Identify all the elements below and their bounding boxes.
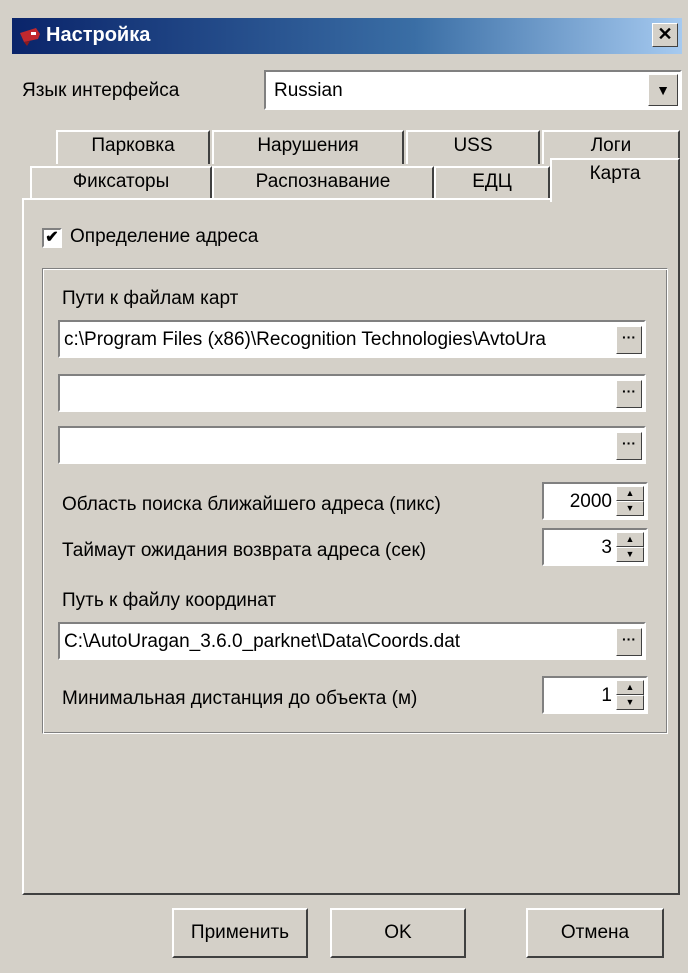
- browse-button-3[interactable]: ···: [616, 432, 642, 460]
- tab-map[interactable]: Карта: [550, 158, 680, 202]
- tab-recognition[interactable]: Распознавание: [212, 166, 434, 200]
- spin-up-button[interactable]: ▲: [616, 532, 644, 547]
- coords-file-field[interactable]: C:\AutoUragan_3.6.0_parknet\Data\Coords.…: [58, 622, 646, 660]
- search-area-spinner[interactable]: 2000 ▲ ▼: [542, 482, 648, 520]
- arrow-down-icon: ▼: [625, 549, 635, 559]
- address-detection-label[interactable]: Определение адреса: [70, 226, 258, 248]
- tab-label: Фиксаторы: [72, 171, 170, 192]
- close-button[interactable]: ✕: [652, 23, 678, 47]
- tab-label: ЕДЦ: [472, 171, 512, 192]
- spin-up-button[interactable]: ▲: [616, 680, 644, 695]
- tab-label: Карта: [589, 163, 641, 184]
- map-path-field-3[interactable]: [58, 426, 646, 464]
- coords-file-value: C:\AutoUragan_3.6.0_parknet\Data\Coords.…: [64, 631, 461, 652]
- min-distance-value: 1: [601, 685, 612, 706]
- coords-file-label: Путь к файлу координат: [62, 590, 277, 611]
- spin-down-button[interactable]: ▼: [616, 501, 644, 516]
- min-distance-spinner[interactable]: 1 ▲ ▼: [542, 676, 648, 714]
- timeout-value: 3: [601, 537, 612, 558]
- min-distance-label: Минимальная дистанция до объекта (м): [62, 688, 418, 709]
- close-icon: ✕: [657, 24, 673, 44]
- tab-label: Логи: [590, 135, 632, 156]
- app-icon: [20, 28, 40, 46]
- ellipsis-icon: ···: [622, 329, 636, 345]
- checkmark-icon: ✔: [45, 229, 59, 246]
- ok-button[interactable]: OK: [330, 908, 466, 958]
- spin-up-button[interactable]: ▲: [616, 486, 644, 501]
- map-path-value: c:\Program Files (x86)\Recognition Techn…: [64, 329, 546, 350]
- tab-uss[interactable]: USS: [406, 130, 540, 164]
- tab-parking[interactable]: Парковка: [56, 130, 210, 164]
- timeout-spinner[interactable]: 3 ▲ ▼: [542, 528, 648, 566]
- title-bar[interactable]: Настройка ✕: [12, 18, 682, 54]
- search-area-label: Область поиска ближайшего адреса (пикс): [62, 494, 441, 515]
- map-path-field-1[interactable]: c:\Program Files (x86)\Recognition Techn…: [58, 320, 646, 358]
- arrow-down-icon: ▼: [625, 697, 635, 707]
- spin-down-button[interactable]: ▼: [616, 695, 644, 710]
- arrow-up-icon: ▲: [625, 534, 635, 544]
- browse-button-1[interactable]: ···: [616, 326, 642, 354]
- settings-window: Настройка ✕ Язык интерфейса Russian ▼ Па…: [0, 0, 688, 973]
- language-dropdown-button[interactable]: ▼: [648, 74, 678, 106]
- tab-label: Парковка: [91, 135, 175, 156]
- ellipsis-icon: ···: [622, 631, 636, 647]
- tab-violations[interactable]: Нарушения: [212, 130, 404, 164]
- tab-edc[interactable]: ЕДЦ: [434, 166, 550, 200]
- tab-fixators[interactable]: Фиксаторы: [30, 166, 212, 200]
- language-label: Язык интерфейса: [22, 80, 180, 101]
- timeout-label: Таймаут ожидания возврата адреса (сек): [62, 540, 427, 561]
- tab-label: USS: [453, 135, 493, 156]
- map-files-label: Пути к файлам карт: [62, 288, 239, 309]
- ellipsis-icon: ···: [622, 383, 636, 399]
- arrow-up-icon: ▲: [625, 488, 635, 498]
- browse-button-2[interactable]: ···: [616, 380, 642, 408]
- search-area-value: 2000: [569, 491, 612, 512]
- apply-button[interactable]: Применить: [172, 908, 308, 958]
- coords-browse-button[interactable]: ···: [616, 628, 642, 656]
- tab-label: Распознавание: [255, 171, 391, 192]
- language-select[interactable]: Russian ▼: [264, 70, 682, 110]
- tab-label: Нарушения: [257, 135, 359, 156]
- chevron-down-icon: ▼: [656, 82, 670, 98]
- map-path-field-2[interactable]: [58, 374, 646, 412]
- cancel-button[interactable]: Отмена: [526, 908, 664, 958]
- address-detection-checkbox[interactable]: ✔: [42, 228, 62, 248]
- spin-down-button[interactable]: ▼: [616, 547, 644, 562]
- arrow-up-icon: ▲: [625, 682, 635, 692]
- language-value: Russian: [274, 80, 343, 101]
- ellipsis-icon: ···: [622, 435, 636, 451]
- arrow-down-icon: ▼: [625, 503, 635, 513]
- window-title: Настройка: [46, 24, 151, 46]
